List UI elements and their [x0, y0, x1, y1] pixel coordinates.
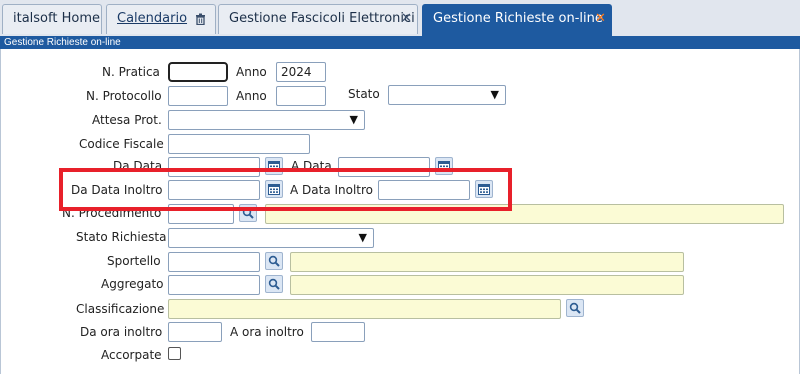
- aggregato-description-field: [290, 275, 684, 295]
- search-button[interactable]: [265, 252, 283, 270]
- stato-select[interactable]: ▼: [388, 85, 506, 105]
- tab-italsoft-home[interactable]: italsoft Home: [2, 4, 102, 34]
- accorpate-checkbox[interactable]: [168, 347, 181, 360]
- attesa-prot-label: Attesa Prot.: [92, 113, 162, 127]
- n-pratica-input[interactable]: [168, 62, 228, 82]
- anno-input[interactable]: 2024: [276, 62, 326, 82]
- attesa-prot-select[interactable]: ▼: [168, 110, 365, 130]
- tab-gestione-fascicoli[interactable]: Gestione Fascicoli Elettronici ✕: [218, 4, 418, 34]
- sportello-description-field: [290, 252, 684, 272]
- anno-protocollo-label: Anno: [236, 89, 267, 103]
- stato-label: Stato: [348, 87, 380, 101]
- search-button[interactable]: [566, 299, 584, 317]
- tab-label: italsoft Home: [13, 11, 100, 26]
- chevron-down-icon: ▼: [490, 88, 499, 101]
- stato-richiesta-label: Stato Richiesta: [76, 230, 167, 244]
- highlight-frame: [59, 168, 512, 211]
- tab-label: Gestione Richieste on-line: [433, 11, 603, 26]
- anno-label: Anno: [236, 65, 267, 79]
- n-protocollo-input[interactable]: [168, 86, 228, 106]
- tab-bar: italsoft Home Calendario Gestione Fascic…: [0, 0, 800, 36]
- chevron-down-icon: ▼: [358, 231, 367, 244]
- codice-fiscale-label: Codice Fiscale: [79, 137, 164, 151]
- anno-protocollo-input[interactable]: [276, 86, 326, 106]
- search-icon: [569, 302, 581, 314]
- sportello-input[interactable]: [168, 252, 260, 272]
- tab-label: Calendario: [117, 11, 188, 26]
- aggregato-label: Aggregato: [101, 277, 164, 291]
- chevron-down-icon: ▼: [349, 113, 358, 126]
- search-icon: [268, 278, 280, 290]
- da-ora-inoltro-label: Da ora inoltro: [80, 325, 163, 339]
- tab-calendario[interactable]: Calendario: [106, 4, 216, 34]
- a-ora-inoltro-label: A ora inoltro: [230, 325, 304, 339]
- sportello-label: Sportello: [107, 254, 161, 268]
- close-icon[interactable]: ✕: [595, 5, 606, 33]
- accorpate-label: Accorpate: [101, 348, 162, 362]
- aggregato-input[interactable]: [168, 275, 260, 295]
- search-icon: [268, 255, 280, 267]
- tab-label: Gestione Fascicoli Elettronici: [229, 11, 415, 26]
- n-protocollo-label: N. Protocollo: [86, 89, 162, 103]
- stato-richiesta-select[interactable]: ▼: [168, 228, 374, 248]
- classificazione-label: Classificazione: [76, 302, 165, 316]
- n-pratica-label: N. Pratica: [102, 65, 160, 79]
- a-ora-inoltro-input[interactable]: [311, 322, 365, 342]
- da-ora-inoltro-input[interactable]: [168, 322, 222, 342]
- close-icon[interactable]: ✕: [401, 5, 412, 33]
- classificazione-field[interactable]: [168, 299, 561, 319]
- window-title: Gestione Richieste on-line: [0, 36, 800, 49]
- trash-icon[interactable]: [195, 5, 206, 36]
- search-button[interactable]: [265, 275, 283, 293]
- tab-gestione-richieste[interactable]: Gestione Richieste on-line ✕: [422, 4, 612, 36]
- codice-fiscale-input[interactable]: [168, 134, 310, 154]
